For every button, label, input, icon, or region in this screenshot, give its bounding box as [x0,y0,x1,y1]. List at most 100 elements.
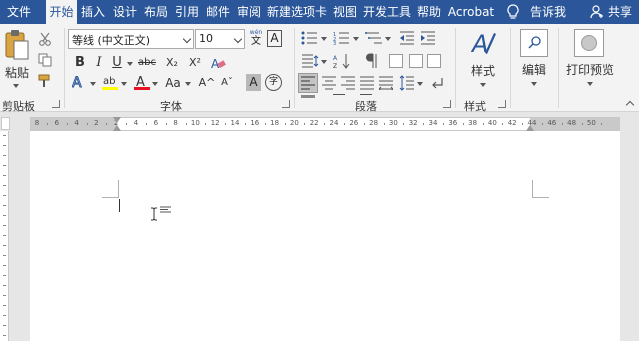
ruler-tick [561,123,563,125]
svg-text:Z: Z [333,63,337,69]
font-color-icon[interactable]: A [134,73,150,91]
line-spacing-dropdown-arrow[interactable] [417,82,423,86]
align-center-icon[interactable] [322,76,336,90]
phonetic-pinyin: wén [249,29,263,36]
font-size-value: 10 [199,32,213,45]
borders-button[interactable] [333,94,345,98]
shrink-font-button[interactable]: Aˇ [218,74,236,92]
ruler-tick [244,123,246,125]
multilevel-dropdown-arrow[interactable] [385,37,391,41]
sort-icon[interactable]: AZ [333,53,351,69]
ruler-tick [264,123,266,125]
lightbulb-icon[interactable] [506,4,520,20]
ruler-label: 4 [133,119,139,127]
clear-formatting-icon[interactable]: A [210,56,226,70]
tab-references[interactable]: 引用 [173,0,201,24]
bullets-dropdown-arrow[interactable] [321,37,327,41]
ruler-label: 34 [428,119,438,127]
print-preview-label[interactable]: 打印预览 [564,61,616,79]
character-shading-button[interactable]: A [246,74,261,91]
line-numbering-button[interactable] [409,54,423,68]
chinese-layout-icon[interactable] [301,53,319,69]
first-line-indent-marker[interactable] [113,117,121,123]
styles-dialog-launcher[interactable] [498,100,506,108]
shading-icon[interactable] [301,95,315,99]
highlighter-icon[interactable]: ab [102,73,118,91]
tab-insert[interactable]: 插入 [79,0,107,24]
justify-icon[interactable] [360,76,374,90]
font-dialog-launcher[interactable] [282,100,290,108]
text-direction-icon[interactable] [430,76,444,90]
grow-font-button[interactable]: A^ [198,74,216,92]
ruler-tick [3,215,6,216]
numbering-dropdown-arrow[interactable] [353,37,359,41]
numbering-icon[interactable]: 123 [333,31,351,45]
tab-view[interactable]: 视图 [331,0,359,24]
ruler-label: 14 [230,119,240,127]
change-case-dropdown-arrow[interactable] [185,82,191,86]
copy-icon[interactable] [38,53,52,67]
show-marks-icon[interactable] [365,53,379,69]
highlighter-dropdown-arrow[interactable] [121,82,127,86]
vertical-ruler[interactable] [0,131,9,341]
strikethrough-button[interactable]: abc [136,54,158,72]
ruler-tick [225,123,227,125]
tab-acrobat[interactable]: Acrobat [446,0,496,24]
character-border-button[interactable]: A [267,30,282,47]
line-spacing-icon[interactable] [399,75,415,91]
paste-icon[interactable] [4,29,30,61]
italic-button[interactable]: I [92,54,106,72]
tab-file[interactable]: 文件 [2,0,36,24]
tab-home[interactable]: 开始 [46,0,77,24]
paragraph-dialog-launcher[interactable] [443,100,451,108]
linespace-button[interactable] [427,54,441,68]
distributed-icon[interactable] [379,76,393,90]
ruler-label: 26 [349,119,359,127]
chinese-layout-2-button[interactable] [389,54,403,68]
enclose-characters-button[interactable]: 字 [265,74,282,91]
editing-dropdown-arrow[interactable] [531,82,537,86]
tab-design[interactable]: 设计 [111,0,139,24]
font-color-dropdown-arrow[interactable] [152,82,158,86]
cut-icon[interactable] [38,32,52,46]
underline-button[interactable]: U [110,54,124,72]
clipboard-dialog-launcher[interactable] [52,100,60,108]
styles-button[interactable]: 样式 [466,62,500,80]
decrease-indent-icon[interactable] [399,31,415,45]
multilevel-list-icon[interactable] [365,31,383,45]
format-painter-icon[interactable] [38,74,52,88]
person-share-icon[interactable] [590,5,604,19]
share-button[interactable]: 共享 [608,0,632,24]
bullets-icon[interactable] [301,31,319,45]
tab-new-tab[interactable]: 新建选项卡 [266,0,328,24]
tab-developer[interactable]: 开发工具 [362,0,412,24]
document-page[interactable] [30,131,620,341]
align-right-icon[interactable] [341,76,355,90]
underline-dropdown-arrow[interactable] [127,62,133,66]
change-case-button[interactable]: Aa [163,74,183,92]
tab-review[interactable]: 审阅 [235,0,263,24]
increase-indent-icon[interactable] [420,31,436,45]
ruler-label: 20 [289,119,299,127]
tab-layout[interactable]: 布局 [142,0,170,24]
print-preview-dropdown-arrow[interactable] [587,82,593,86]
paste-button[interactable]: 粘贴 [2,64,32,82]
chinese-layout-dropdown-arrow[interactable] [321,60,327,64]
font-size-dropdown[interactable]: 10 [195,29,245,49]
bold-button[interactable]: B [72,54,88,72]
collapse-ribbon-button[interactable] [625,100,635,110]
styles-dropdown-arrow[interactable] [480,83,486,87]
phonetic-guide-button[interactable]: wén 文 [248,29,264,49]
editing-label[interactable]: 编辑 [516,61,552,79]
tab-help[interactable]: 帮助 [415,0,443,24]
text-effects-dropdown-arrow[interactable] [90,82,96,86]
font-name-dropdown[interactable]: 等线 (中文正文) [68,29,194,49]
tab-selector[interactable] [1,117,10,130]
styles-icon[interactable]: A [471,30,497,60]
text-effects-icon[interactable]: A [72,74,86,91]
superscript-button[interactable]: X² [185,54,205,72]
tab-mailings[interactable]: 邮件 [204,0,232,24]
subscript-button[interactable]: X₂ [162,54,182,72]
paste-dropdown-arrow[interactable] [13,84,19,88]
tell-me-search[interactable]: 告诉我 [530,0,566,24]
